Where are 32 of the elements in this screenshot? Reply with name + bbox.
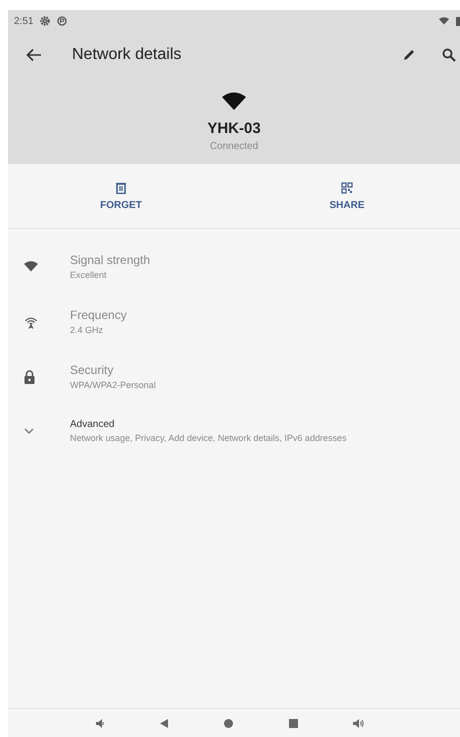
circle-icon (57, 16, 68, 26)
wifi-icon (24, 261, 38, 272)
wifi-icon (222, 92, 246, 110)
qr-code-icon (341, 182, 353, 194)
battery-icon (456, 16, 460, 26)
gear-icon (40, 16, 50, 26)
status-time: 2:51 (14, 16, 34, 26)
screen-title: Network details (72, 46, 182, 64)
back-arrow-icon[interactable] (26, 48, 42, 62)
detail-value: Network usage, Privacy, Add device, Network details, IPv6 addresses (70, 433, 346, 443)
detail-title: Advanced (70, 419, 116, 430)
action-button[interactable]: FORGET (8, 164, 234, 228)
detail-value: Excellent (70, 270, 108, 280)
volume-up-icon[interactable] (353, 718, 364, 728)
advanced-row[interactable]: Advanced Network usage, Privacy, Add device, Network details, IPv6 addresses (8, 404, 460, 459)
wifi-status-icon (439, 17, 449, 25)
detail-title: Frequency (70, 308, 127, 322)
action-button[interactable]: SHARE (234, 164, 460, 228)
detail-title: Signal strength (70, 253, 150, 267)
volume-down-icon[interactable] (96, 718, 105, 728)
home-icon[interactable] (224, 718, 233, 728)
pencil-icon[interactable] (402, 48, 416, 62)
search-icon[interactable] (442, 48, 456, 62)
network-name: YHK-03 (207, 120, 261, 137)
detail-title: Security (70, 363, 114, 377)
recents-icon[interactable] (288, 718, 298, 728)
lock-icon (24, 370, 35, 384)
detail-value: WPA/WPA2-Personal (70, 380, 156, 390)
back-icon[interactable] (160, 718, 168, 728)
connection-status: Connected (210, 141, 258, 152)
trash-icon (116, 182, 126, 194)
detail-value: 2.4 GHz (70, 325, 104, 335)
